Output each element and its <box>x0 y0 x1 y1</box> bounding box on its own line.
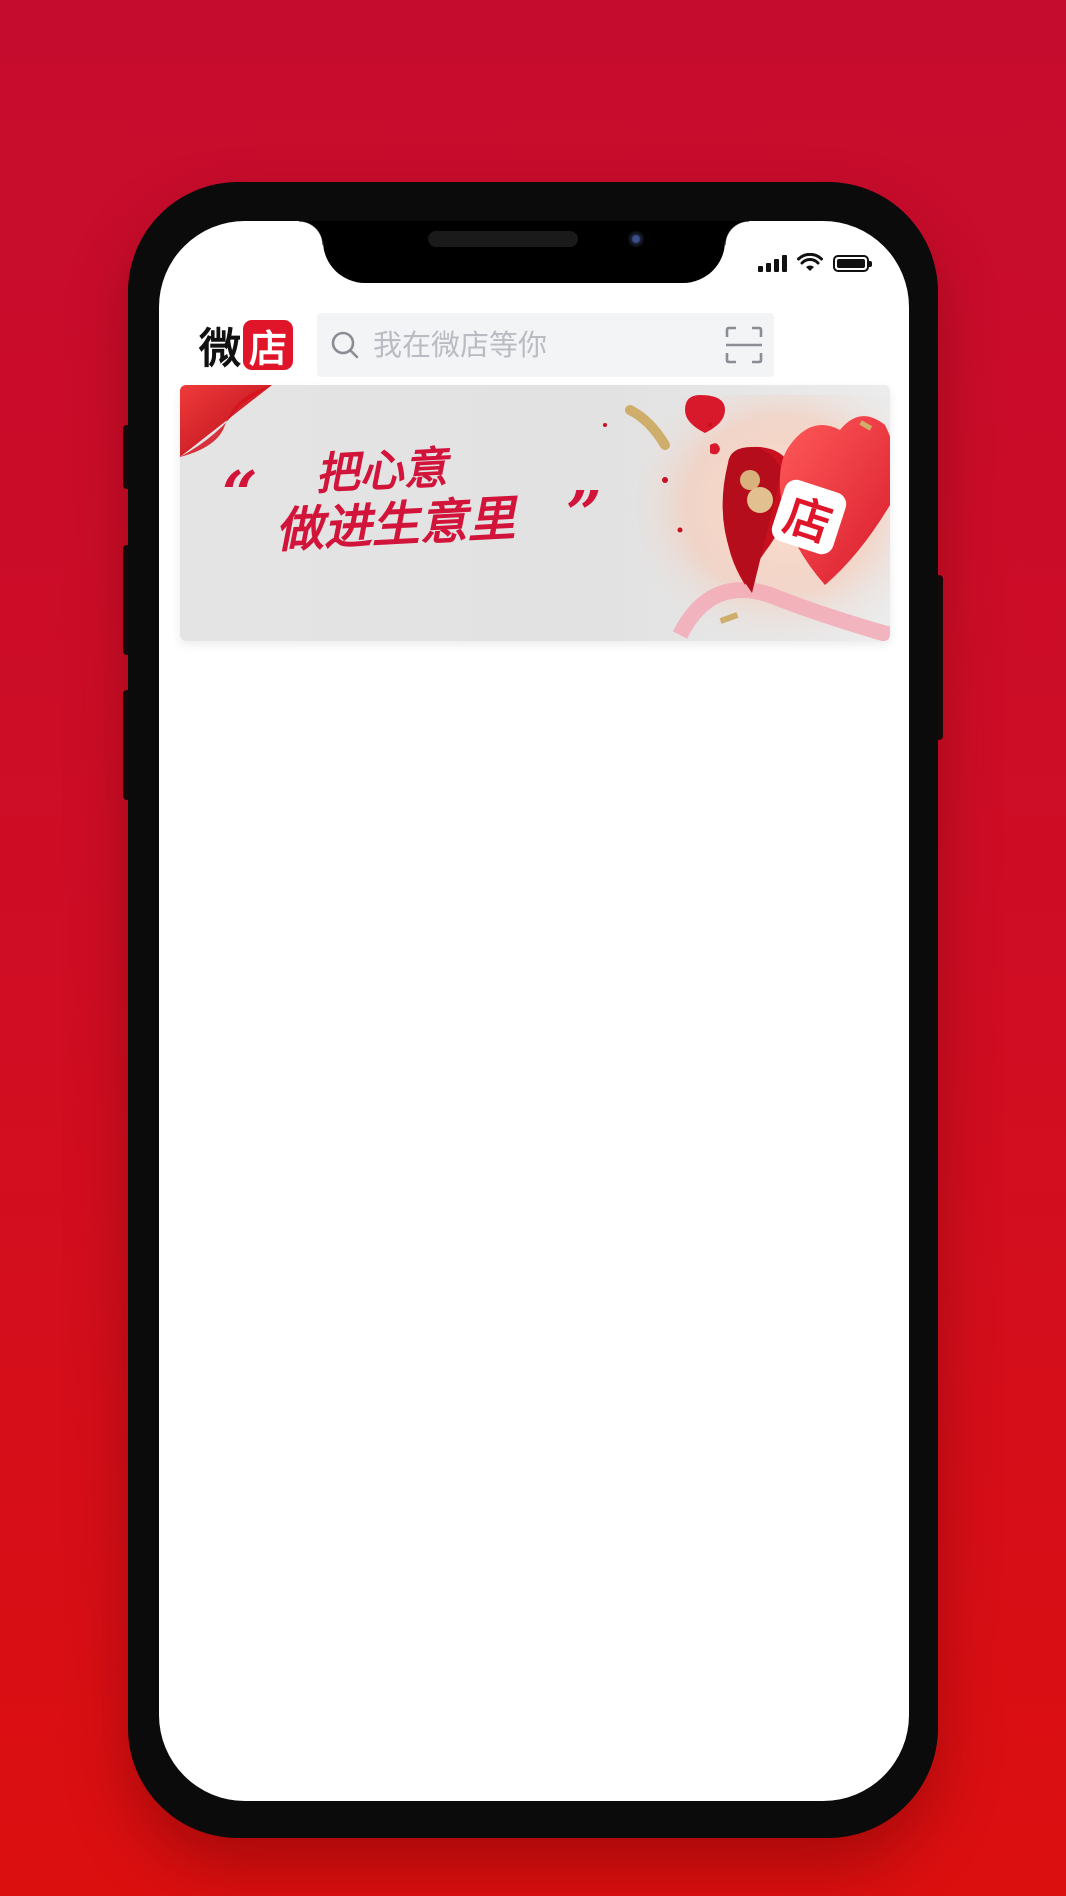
scan-icon[interactable] <box>724 325 764 365</box>
banner-quote-open: “ <box>222 457 258 530</box>
status-bar <box>758 251 872 275</box>
app-header: 微 店 <box>199 313 879 377</box>
search-icon <box>331 331 359 359</box>
speaker-grille <box>428 231 578 247</box>
signal-icon <box>758 254 787 272</box>
logo-badge-dian: 店 <box>243 320 294 371</box>
notch <box>299 221 749 283</box>
page-curl-decoration <box>180 385 272 457</box>
phone-screen: 微 店 我在微店等你 “ 把心意 做进生意里 ” 店 <box>159 221 909 1801</box>
front-camera <box>628 231 644 247</box>
promo-banner[interactable]: “ 把心意 做进生意里 ” 店 <box>180 385 890 641</box>
wifi-icon <box>797 253 823 271</box>
search-input[interactable] <box>373 323 703 367</box>
battery-icon <box>833 254 872 272</box>
phone-frame: 微 店 我在微店等你 “ 把心意 做进生意里 ” 店 <box>128 182 938 1838</box>
banner-headline-line2: 做进生意里 <box>273 490 517 560</box>
logo-text-wei: 微 <box>199 323 241 373</box>
weidian-logo[interactable]: 微 店 <box>199 319 294 373</box>
search-bar[interactable] <box>317 313 774 377</box>
